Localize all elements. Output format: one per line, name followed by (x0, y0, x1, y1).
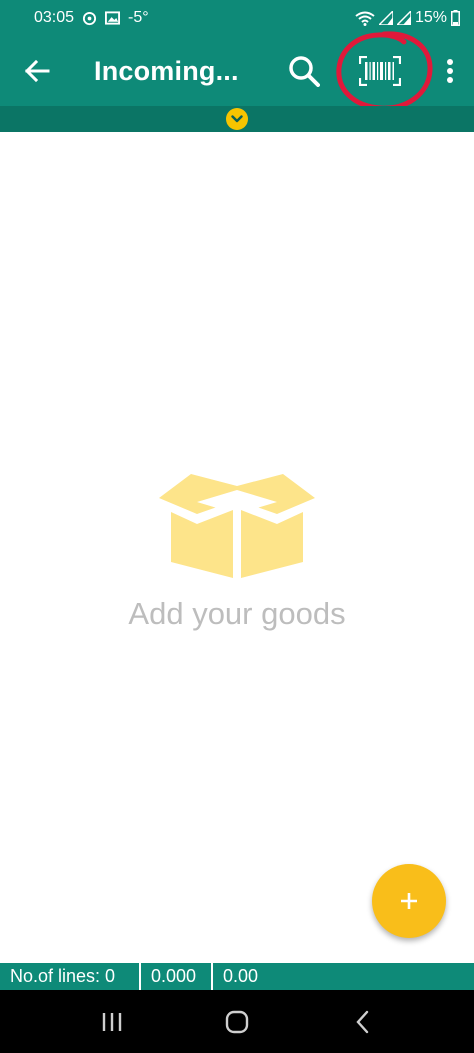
back-nav-button[interactable] (332, 1002, 392, 1042)
open-box-icon (159, 474, 315, 580)
search-icon (289, 56, 320, 87)
empty-state-message: Add your goods (128, 596, 346, 631)
gallery-icon (105, 11, 121, 25)
total-quantity: 0.000 (139, 963, 211, 990)
expand-strip (0, 106, 474, 132)
system-nav-bar (0, 990, 474, 1053)
total-amount: 0.00 (211, 963, 474, 990)
barcode-scan-button[interactable] (334, 31, 433, 111)
status-time: 03:05 (34, 9, 75, 26)
signal-icon (396, 11, 411, 25)
recent-apps-icon (103, 1012, 122, 1031)
recent-apps-button[interactable] (82, 1002, 142, 1042)
app-bar: Incoming... (0, 31, 474, 111)
battery-icon (451, 10, 460, 26)
sync-icon (82, 11, 97, 26)
chevron-down-icon (231, 115, 243, 123)
wifi-icon (355, 11, 375, 26)
plus-icon (401, 893, 417, 909)
more-vert-icon (447, 59, 453, 83)
chevron-left-icon (356, 1010, 368, 1033)
expand-button[interactable] (226, 108, 248, 130)
empty-state: Add your goods (0, 470, 474, 632)
home-icon (225, 1010, 249, 1033)
signal-icon (378, 11, 393, 25)
barcode-scan-icon (359, 56, 401, 86)
arrow-left-icon (24, 59, 50, 83)
summary-bar: No.of lines: 0 0.000 0.00 (0, 963, 474, 990)
page-title: Incoming... (94, 55, 239, 86)
add-goods-button[interactable] (372, 864, 446, 938)
status-bar: 03:05 -5° 15% (0, 0, 474, 36)
status-temperature: -5° (128, 9, 149, 26)
more-options-button[interactable] (426, 36, 474, 106)
lines-count: No.of lines: 0 (10, 966, 116, 986)
battery-percentage: 15% (414, 9, 447, 26)
back-button[interactable] (0, 36, 74, 106)
search-button[interactable] (274, 36, 334, 106)
home-button[interactable] (207, 1002, 267, 1042)
